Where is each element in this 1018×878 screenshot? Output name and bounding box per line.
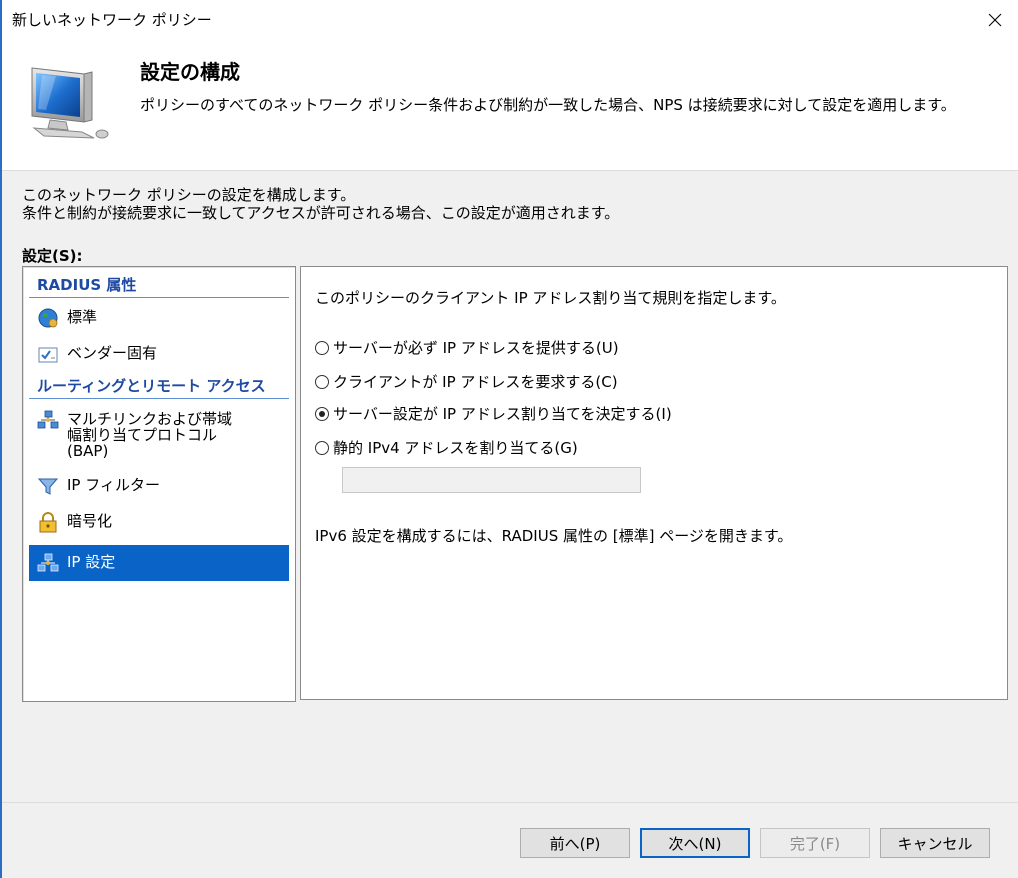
settings-label: 設定(S):	[22, 247, 83, 265]
lock-icon	[39, 512, 57, 533]
window-title: 新しいネットワーク ポリシー	[12, 11, 212, 29]
intro-line-2: 条件と制約が接続要求に一致してアクセスが許可される場合、この設定が適用されます。	[22, 204, 620, 222]
filter-icon	[37, 478, 59, 495]
finish-button[interactable]: 完了(F)	[760, 828, 870, 858]
intro-text: このネットワーク ポリシーの設定を構成します。 条件と制約が接続要求に一致してア…	[22, 186, 619, 222]
dialog-window: 新しいネットワーク ポリシー 設定の構成 ポリシーのすべてのネットワーク ポリシ…	[0, 0, 1018, 878]
network-icon	[37, 410, 59, 429]
sidebar-item-multilink-bap[interactable]: マルチリンクおよび帯域 幅割り当てプロトコル (BAP)	[29, 407, 289, 465]
radio-button-selected[interactable]	[315, 406, 329, 421]
sidebar-item-ip-filter[interactable]: IP フィルター	[29, 473, 289, 501]
close-button[interactable]	[972, 0, 1018, 40]
radio-label: 静的 IPv4 アドレスを割り当てる(G)	[333, 439, 578, 457]
computer-icon	[31, 67, 109, 139]
sidebar-item-label: ベンダー固有	[67, 344, 158, 362]
radio-button[interactable]	[315, 374, 329, 389]
settings-list: RADIUS 属性 標準 ベンダー固有 ルーティングとリモート アクセス マルチ…	[22, 266, 296, 702]
sidebar-item-standard[interactable]: 標準	[29, 305, 289, 333]
radio-button[interactable]	[315, 340, 329, 355]
next-button[interactable]: 次へ(N)	[640, 828, 750, 858]
page-description: ポリシーのすべてのネットワーク ポリシー条件および制約が一致した場合、NPS は…	[140, 96, 956, 114]
radio-server-settings-determine[interactable]: サーバー設定が IP アドレス割り当てを決定する(I)	[315, 403, 672, 424]
sidebar-item-label: IP 設定	[67, 553, 116, 571]
close-icon	[988, 13, 1002, 27]
radio-label: クライアントが IP アドレスを要求する(C)	[333, 373, 618, 391]
wizard-header: 設定の構成 ポリシーのすべてのネットワーク ポリシー条件および制約が一致した場合…	[2, 40, 1018, 171]
radio-static-ipv4[interactable]: 静的 IPv4 アドレスを割り当てる(G)	[315, 437, 578, 458]
sidebar-item-vendor-specific[interactable]: ベンダー固有	[29, 341, 289, 369]
radio-label: サーバーが必ず IP アドレスを提供する(U)	[333, 339, 619, 357]
previous-button[interactable]: 前へ(P)	[520, 828, 630, 858]
sidebar-item-ip-settings[interactable]: IP 設定	[29, 545, 289, 581]
category-routing-remote-access: ルーティングとリモート アクセス	[29, 375, 289, 399]
sidebar-item-label: 暗号化	[67, 512, 113, 530]
cancel-button[interactable]: キャンセル	[880, 828, 990, 858]
sidebar-item-label: IP フィルター	[67, 476, 160, 494]
ip-assignment-heading: このポリシーのクライアント IP アドレス割り当て規則を指定します。	[315, 289, 786, 307]
checkbox-list-icon	[38, 347, 58, 363]
ipv6-note: IPv6 設定を構成するには、RADIUS 属性の [標準] ページを開きます。	[315, 527, 793, 545]
ip-settings-panel: このポリシーのクライアント IP アドレス割り当て規則を指定します。 サーバーが…	[300, 266, 1008, 700]
radio-server-must-supply[interactable]: サーバーが必ず IP アドレスを提供する(U)	[315, 337, 619, 358]
radio-button[interactable]	[315, 440, 329, 455]
sidebar-item-label: 標準	[67, 308, 98, 326]
sidebar-item-encryption[interactable]: 暗号化	[29, 509, 289, 537]
page-title: 設定の構成	[140, 60, 240, 84]
sidebar-item-label: マルチリンクおよび帯域 幅割り当てプロトコル (BAP)	[67, 410, 233, 460]
radio-label: サーバー設定が IP アドレス割り当てを決定する(I)	[333, 405, 672, 423]
globe-icon	[38, 308, 58, 328]
static-ipv4-address-field[interactable]	[342, 467, 641, 493]
title-bar: 新しいネットワーク ポリシー	[2, 0, 1018, 40]
footer-divider	[2, 802, 1018, 803]
network-icon	[37, 553, 59, 572]
radio-client-may-request[interactable]: クライアントが IP アドレスを要求する(C)	[315, 371, 618, 392]
intro-line-1: このネットワーク ポリシーの設定を構成します。	[22, 186, 356, 204]
category-radius-attributes: RADIUS 属性	[29, 274, 289, 298]
